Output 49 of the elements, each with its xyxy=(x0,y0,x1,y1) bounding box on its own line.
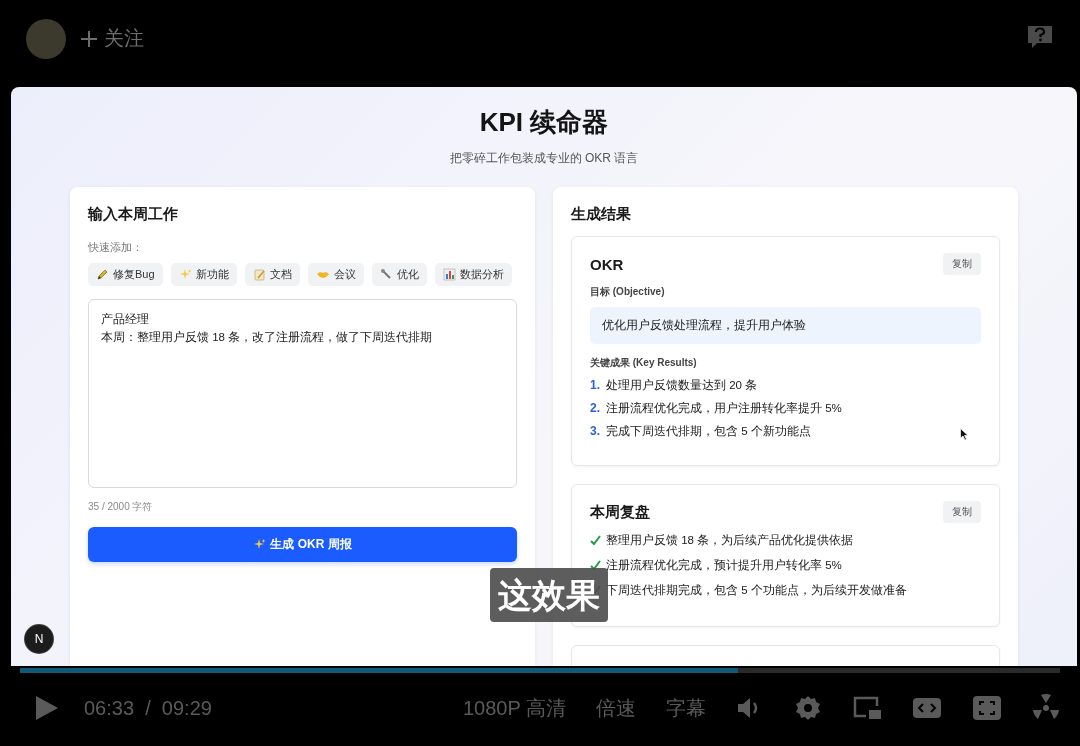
copy-button[interactable]: 复制 xyxy=(943,501,981,523)
key-result-text: 完成下周迭代排期，包含 5 个新功能点 xyxy=(606,424,811,439)
help-icon[interactable] xyxy=(1026,23,1054,50)
video-caption: 这效果 xyxy=(490,568,608,622)
review-item-text: 注册流程优化完成，预计提升用户转化率 5% xyxy=(606,558,842,573)
dev-badge[interactable]: N xyxy=(25,625,53,653)
fullscreen-icon[interactable] xyxy=(972,695,1002,721)
card-heading: 输入本周工作 xyxy=(88,205,178,224)
quick-add-label: 快速添加： xyxy=(88,240,143,255)
field-label: 关键成果 (Key Results) xyxy=(590,356,697,370)
input-text-line: 本周：整理用户反馈 18 条，改了注册流程，做了下周迭代排期 xyxy=(101,330,433,345)
trefoil-icon[interactable] xyxy=(1032,694,1060,722)
pencil-icon xyxy=(96,268,109,281)
key-result-text: 处理用户反馈数量达到 20 条 xyxy=(606,378,758,393)
memo-icon xyxy=(252,268,266,281)
input-text-line: 产品经理 xyxy=(101,312,149,327)
quick-add-chip[interactable]: 数据分析 xyxy=(434,263,512,286)
play-icon[interactable] xyxy=(34,694,60,722)
widescreen-icon[interactable] xyxy=(912,697,942,719)
section-title: OKR xyxy=(590,255,624,273)
list-number: 2. xyxy=(590,401,600,415)
bar-chart-icon xyxy=(442,268,456,281)
follow-button[interactable]: 关注 xyxy=(80,25,144,52)
picture-in-picture-icon[interactable] xyxy=(852,695,882,721)
plus-icon xyxy=(80,29,98,48)
app-title: KPI 续命器 xyxy=(479,106,609,139)
app-subtitle: 把零碎工作包装成专业的 OKR 语言 xyxy=(449,150,639,167)
objective-text: 优化用户反馈处理流程，提升用户体验 xyxy=(590,307,981,344)
key-result-text: 注册流程优化完成，用户注册转化率提升 5% xyxy=(606,401,842,416)
cursor-icon xyxy=(960,428,969,441)
quick-add-chip[interactable]: 文档 xyxy=(244,263,300,286)
generate-button[interactable]: 生成 OKR 周报 xyxy=(88,527,517,562)
work-input-field[interactable]: 产品经理 本周：整理用户反馈 18 条，改了注册流程，做了下周迭代排期 xyxy=(88,299,517,488)
list-number: 1. xyxy=(590,378,600,392)
quick-add-chip[interactable]: 优化 xyxy=(371,263,427,286)
quick-add-chip[interactable]: 会议 xyxy=(307,263,364,286)
card-heading: 生成结果 xyxy=(571,205,631,224)
copy-button[interactable]: 复制 xyxy=(943,253,981,275)
check-icon xyxy=(590,535,601,546)
list-number: 3. xyxy=(590,424,600,438)
playback-time: 06:33 / 09:29 xyxy=(84,696,212,720)
quick-add-chip[interactable]: 新功能 xyxy=(170,263,237,286)
field-label: 目标 (Objective) xyxy=(590,285,665,299)
char-count: 35 / 2000 字符 xyxy=(88,500,153,514)
section-title: 本周复盘 xyxy=(590,502,650,522)
avatar[interactable] xyxy=(26,18,66,59)
settings-icon[interactable] xyxy=(794,694,822,722)
review-item-text: 整理用户反馈 18 条，为后续产品优化提供依据 xyxy=(606,533,854,548)
quick-add-chip[interactable]: 修复Bug xyxy=(88,263,163,286)
